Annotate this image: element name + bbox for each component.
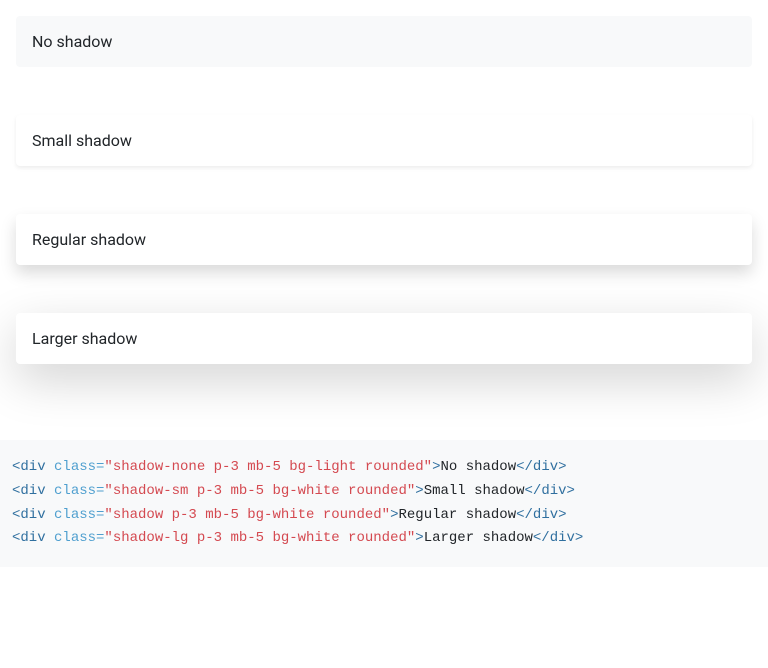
shadow-card: Regular shadow (16, 214, 752, 265)
code-example: <div class="shadow-none p-3 mb-5 bg-ligh… (0, 440, 768, 567)
shadow-lg-card: Larger shadow (16, 313, 752, 364)
code-line: <div class="shadow-none p-3 mb-5 bg-ligh… (12, 459, 567, 475)
code-line: <div class="shadow-lg p-3 mb-5 bg-white … (12, 530, 583, 546)
shadow-none-card: No shadow (16, 16, 752, 67)
shadow-demo-area: No shadow Small shadow Regular shadow La… (0, 0, 768, 400)
code-line: <div class="shadow-sm p-3 mb-5 bg-white … (12, 483, 575, 499)
code-line: <div class="shadow p-3 mb-5 bg-white rou… (12, 507, 567, 523)
shadow-sm-card: Small shadow (16, 115, 752, 166)
